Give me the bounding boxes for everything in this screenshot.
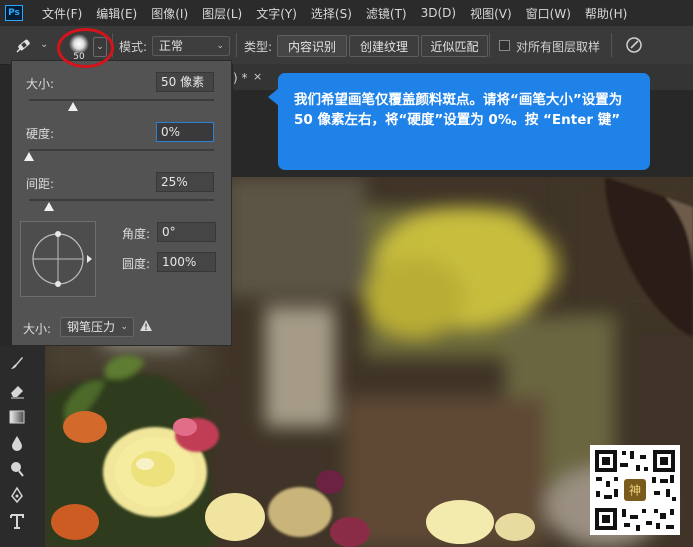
angle-label: 角度: bbox=[122, 227, 151, 241]
warning-icon bbox=[140, 320, 152, 331]
pen-pressure-select[interactable]: 钢笔压力 ⌄ bbox=[60, 317, 134, 337]
type-proximity-match-label: 近似匹配 bbox=[430, 39, 479, 54]
type-label: 类型: bbox=[244, 40, 273, 54]
spot-healing-brush-icon[interactable] bbox=[15, 36, 35, 54]
highlight-circle bbox=[57, 28, 114, 68]
eraser-icon[interactable] bbox=[8, 382, 26, 400]
dodge-icon[interactable] bbox=[8, 460, 26, 478]
menu-filter[interactable]: 滤镜(T) bbox=[359, 5, 414, 22]
sample-all-layers-label: 对所有图层取样 bbox=[516, 40, 601, 54]
menu-view[interactable]: 视图(V) bbox=[463, 5, 519, 22]
spacing-input[interactable]: 25% bbox=[156, 172, 214, 192]
menu-type[interactable]: 文字(Y) bbox=[249, 5, 304, 22]
pen-pressure-value: 钢笔压力 bbox=[67, 320, 116, 334]
type-content-aware-label: 内容识别 bbox=[287, 39, 336, 54]
angle-roundness-widget[interactable] bbox=[20, 221, 96, 297]
menu-bar: Ps 文件(F) 编辑(E) 图像(I) 图层(L) 文字(Y) 选择(S) 滤… bbox=[0, 0, 693, 26]
type-content-aware-button[interactable]: 内容识别 bbox=[277, 35, 347, 57]
roundness-label: 圆度: bbox=[122, 257, 151, 271]
mode-value: 正常 bbox=[159, 39, 184, 53]
mode-label: 模式: bbox=[119, 40, 148, 54]
blur-drop-icon[interactable] bbox=[8, 434, 26, 452]
toolbox bbox=[0, 346, 45, 547]
menu-file[interactable]: 文件(F) bbox=[35, 5, 89, 22]
hardness-input[interactable]: 0% bbox=[156, 122, 214, 142]
qr-code: 神 bbox=[590, 445, 680, 535]
hardness-slider-track[interactable] bbox=[29, 149, 214, 151]
type-proximity-match-button[interactable]: 近似匹配 bbox=[421, 35, 488, 57]
pen-size-label: 大小: bbox=[23, 322, 52, 336]
pressure-brush-icon[interactable] bbox=[625, 36, 643, 54]
brush-icon[interactable] bbox=[8, 354, 26, 372]
photoshop-logo: Ps bbox=[5, 5, 23, 21]
qr-code-graphic: 神 bbox=[590, 445, 680, 535]
menu-layer[interactable]: 图层(L) bbox=[195, 5, 249, 22]
size-slider-handle[interactable] bbox=[68, 102, 79, 111]
menu-3d[interactable]: 3D(D) bbox=[414, 6, 463, 20]
menu-help[interactable]: 帮助(H) bbox=[578, 5, 634, 22]
menu-select[interactable]: 选择(S) bbox=[304, 5, 359, 22]
roundness-input[interactable]: 100% bbox=[157, 252, 216, 272]
type-create-texture-button[interactable]: 创建纹理 bbox=[349, 35, 419, 57]
brush-settings-panel: 大小: 50 像素 硬度: 0% 间距: 25% 角度: 0° 圆度: 100%… bbox=[11, 60, 232, 346]
mode-select[interactable]: 正常 ⌄ bbox=[152, 36, 230, 56]
hardness-label: 硬度: bbox=[26, 127, 55, 141]
callout-text: 我们希望画笔仅覆盖颜料斑点。请将“画笔大小”设置为 50 像素左右，将“硬度”设… bbox=[294, 92, 623, 128]
divider bbox=[236, 33, 237, 57]
menu-image[interactable]: 图像(I) bbox=[144, 5, 195, 22]
tool-preset-chevron-icon[interactable]: ⌄ bbox=[40, 39, 48, 50]
gradient-icon[interactable] bbox=[8, 408, 26, 426]
close-icon[interactable]: × bbox=[253, 70, 262, 83]
menu-window[interactable]: 窗口(W) bbox=[519, 5, 578, 22]
type-tool-icon[interactable] bbox=[8, 512, 26, 530]
angle-dial-icon bbox=[32, 231, 92, 287]
size-label: 大小: bbox=[26, 77, 55, 91]
spacing-slider-track[interactable] bbox=[29, 199, 214, 201]
spacing-slider-handle[interactable] bbox=[44, 202, 55, 211]
chevron-down-icon: ⌄ bbox=[120, 322, 128, 332]
hardness-slider-handle[interactable] bbox=[24, 152, 34, 161]
menu-edit[interactable]: 编辑(E) bbox=[89, 5, 144, 22]
angle-input[interactable]: 0° bbox=[157, 222, 216, 242]
size-slider-track[interactable] bbox=[29, 99, 214, 101]
type-create-texture-label: 创建纹理 bbox=[359, 39, 408, 54]
divider bbox=[489, 33, 490, 57]
divider bbox=[611, 33, 612, 57]
svg-text:神: 神 bbox=[629, 484, 641, 498]
pen-icon[interactable] bbox=[8, 486, 26, 504]
size-input[interactable]: 50 像素 bbox=[156, 72, 214, 92]
chevron-down-icon: ⌄ bbox=[216, 41, 224, 51]
sample-all-layers-checkbox[interactable] bbox=[499, 40, 510, 51]
spacing-label: 间距: bbox=[26, 177, 55, 191]
